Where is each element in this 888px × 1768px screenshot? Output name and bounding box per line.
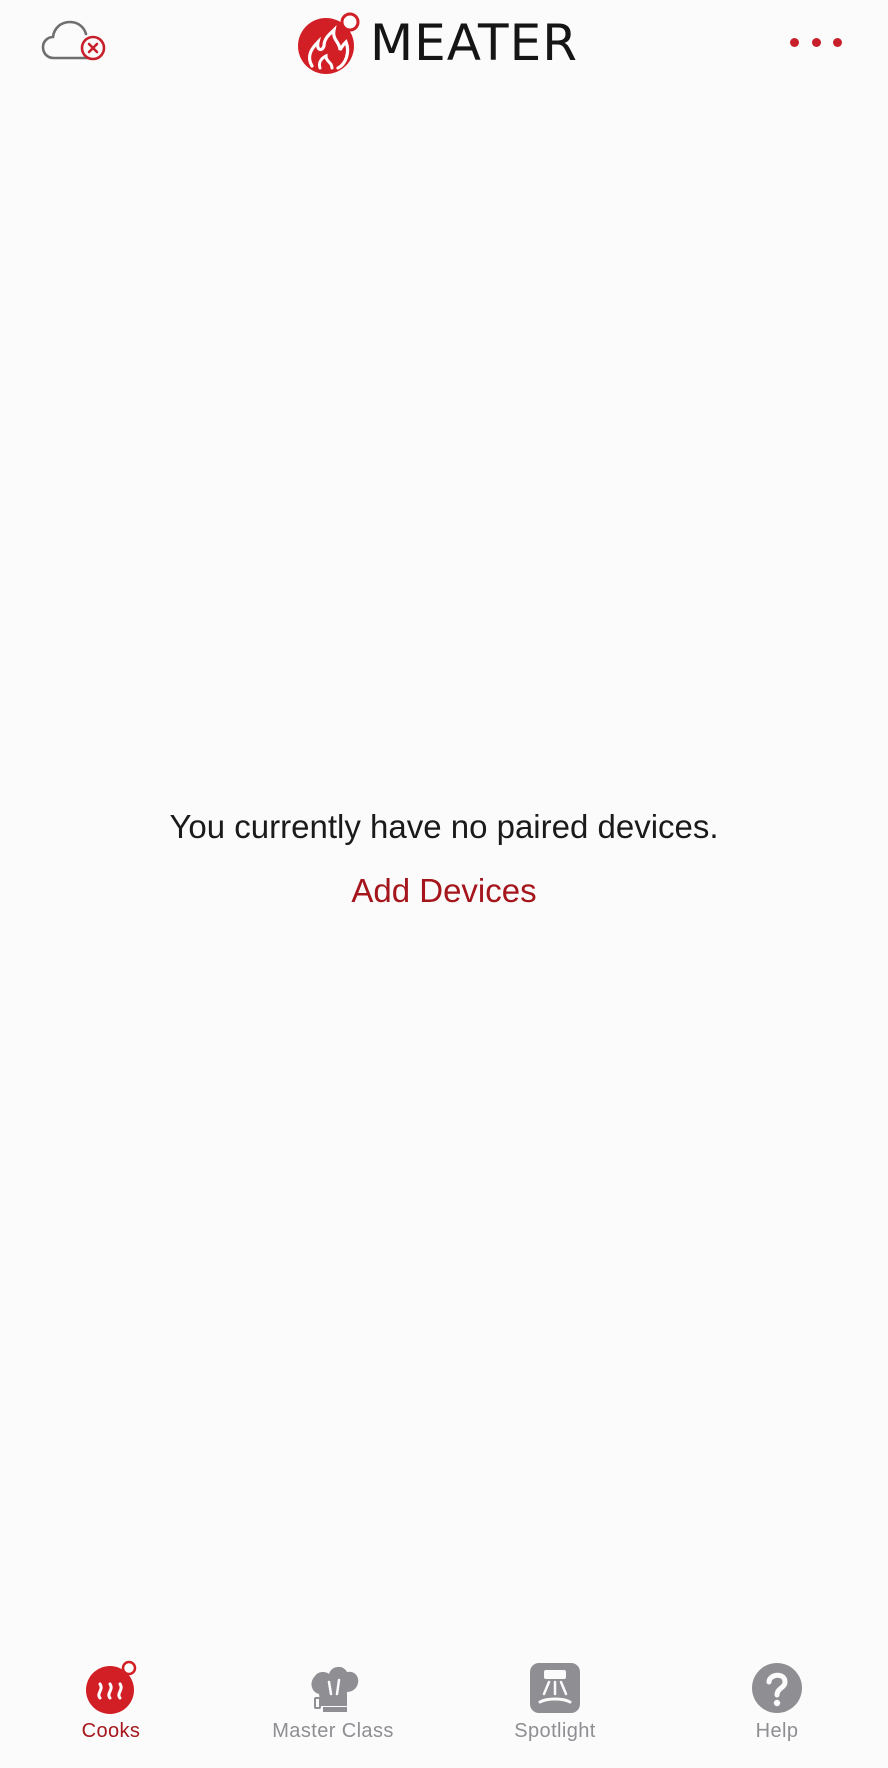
cloud-status-button[interactable] [40, 18, 112, 64]
chef-hat-icon [311, 1666, 359, 1712]
spotlight-icon [530, 1663, 580, 1713]
tab-label-master-class: Master Class [272, 1720, 394, 1742]
more-dot [811, 37, 821, 47]
add-devices-link[interactable]: Add Devices [351, 864, 536, 918]
tab-master-class[interactable]: Master Class [222, 1640, 444, 1768]
app-name: MEATER [370, 14, 578, 72]
tab-label-spotlight: Spotlight [514, 1720, 596, 1742]
app-screen: MEATER You currently have no paired devi… [0, 0, 888, 1768]
tab-spotlight[interactable]: Spotlight [444, 1640, 666, 1768]
tab-help[interactable]: Help [666, 1640, 888, 1768]
no-devices-message: You currently have no paired devices. [169, 808, 719, 845]
cooks-icon [86, 1660, 137, 1714]
more-dot [833, 37, 842, 47]
help-icon [752, 1663, 802, 1713]
empty-state: You currently have no paired devices. Ad… [0, 800, 888, 918]
meater-flame-logo-icon [298, 12, 360, 74]
tab-label-help: Help [755, 1720, 799, 1742]
app-logo: MEATER [294, 12, 578, 74]
more-horizontal-icon [790, 37, 799, 47]
header-bar: MEATER [0, 0, 888, 96]
tab-cooks[interactable]: Cooks [0, 1640, 222, 1768]
tab-label-cooks: Cooks [81, 1720, 141, 1742]
more-options-button[interactable] [790, 30, 842, 54]
tab-bar: Cooks Master Class Spotlight Help [0, 1640, 888, 1768]
cloud-disconnected-icon [41, 20, 106, 61]
